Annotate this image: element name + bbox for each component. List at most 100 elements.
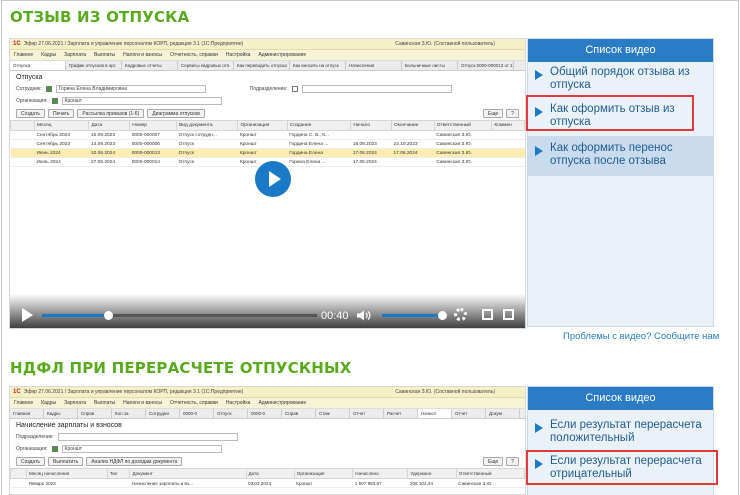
app-tab[interactable]: 0000-0: [248, 409, 282, 418]
playlist-item-active[interactable]: Как оформить перенос отпуска после отзыв…: [528, 136, 713, 176]
app-tab[interactable]: Кадровые отчеты: [122, 61, 178, 70]
menu-item[interactable]: Настройка: [226, 400, 251, 406]
org-field[interactable]: Кроншт: [61, 445, 222, 453]
app-tab[interactable]: 0000-0: [180, 409, 214, 418]
column-header[interactable]: Удержано: [407, 468, 457, 479]
column-header[interactable]: Организация: [237, 120, 288, 131]
seek-handle[interactable]: [104, 311, 113, 320]
app-tab[interactable]: Сотрудни: [146, 409, 180, 418]
table-row[interactable]: Январь 2023 Начисление зарплаты и вз... …: [10, 478, 525, 488]
menu-item[interactable]: Зарплата: [64, 400, 86, 406]
org-checkbox[interactable]: [51, 98, 58, 104]
help-button[interactable]: ?: [506, 457, 519, 466]
app-tab[interactable]: Отпуска: [10, 61, 66, 70]
column-header[interactable]: Коммен: [491, 120, 525, 131]
app-tab[interactable]: Справ: [78, 409, 112, 418]
column-header[interactable]: Номер: [129, 120, 178, 131]
app-tab[interactable]: Отпуск 0000-000013 от 1: [458, 61, 514, 70]
menu-item[interactable]: Отчетность, справки: [170, 400, 218, 406]
column-header[interactable]: Вид документа: [176, 120, 239, 131]
popout-icon[interactable]: [482, 309, 493, 320]
app-tab[interactable]: Кол за: [112, 409, 146, 418]
menu-item[interactable]: Налоги и взносы: [123, 52, 162, 58]
app-titlebar: 1С Эфир 27.06.2021 / Зарплата и управлен…: [10, 39, 525, 50]
menu-item[interactable]: Выплаты: [94, 400, 115, 406]
app-tab[interactable]: Как вносить на отпуск: [290, 61, 346, 70]
app-tab[interactable]: Кадры: [44, 409, 78, 418]
column-header[interactable]: Тип: [106, 468, 131, 479]
play-icon[interactable]: [22, 308, 33, 322]
menu-item[interactable]: Главное: [14, 400, 33, 406]
report-problem-link[interactable]: Проблемы с видео? Сообщите нам: [563, 331, 719, 342]
division-field[interactable]: [301, 85, 452, 93]
app-tab[interactable]: Докум: [486, 409, 520, 418]
table-row-selected[interactable]: Июнь 2024 10.06.2024 0000-000013 Отпуск …: [10, 148, 525, 158]
division-checkbox[interactable]: [291, 86, 298, 92]
app-tab[interactable]: Главная: [10, 409, 44, 418]
app-tab[interactable]: Отпуск: [214, 409, 248, 418]
column-header[interactable]: Месяц начисления: [26, 468, 108, 479]
app-tab[interactable]: Сервисы кадровых отп.: [178, 61, 234, 70]
volume-handle[interactable]: [438, 311, 447, 320]
column-header[interactable]: Создание: [286, 120, 352, 131]
app-tab[interactable]: Отчет: [452, 409, 486, 418]
help-button[interactable]: ?: [506, 109, 519, 118]
playlist-item[interactable]: Общий порядок отзыва из отпуска: [528, 62, 713, 94]
column-header[interactable]: Дата: [88, 120, 131, 131]
vacation-chart-button[interactable]: Диаграмма отпусков: [147, 109, 205, 118]
menu-item[interactable]: Зарплата: [64, 52, 86, 58]
menu-item[interactable]: Администрирование: [258, 400, 306, 406]
video-player-1[interactable]: 1С Эфир 27.06.2021 / Зарплата и управлен…: [9, 38, 526, 329]
menu-item[interactable]: Кадры: [41, 52, 56, 58]
menu-item[interactable]: Кадры: [41, 400, 56, 406]
more-button[interactable]: Еще: [483, 109, 504, 118]
create-button[interactable]: Создать: [16, 457, 46, 466]
app-tab[interactable]: Начисления: [346, 61, 402, 70]
org-field[interactable]: Кроншт: [61, 97, 222, 105]
playlist-item[interactable]: Если результат перерасчета положительный: [528, 410, 713, 450]
play-overlay-icon[interactable]: [255, 161, 291, 197]
send-orders-button[interactable]: Рассылка приказов (1-6): [77, 109, 145, 118]
column-header[interactable]: Месяц: [33, 120, 90, 131]
volume-slider[interactable]: [382, 311, 447, 320]
app-tab[interactable]: Как переводить отпуска: [234, 61, 290, 70]
table-row[interactable]: Сентябрь 2023 14.09.2023 0000-000006 Отп…: [10, 139, 525, 149]
app-tab[interactable]: Больничные листы: [402, 61, 458, 70]
app-tab[interactable]: Справ: [282, 409, 316, 418]
employee-checkbox[interactable]: [45, 86, 52, 92]
app-tab[interactable]: График отпусков в орг.: [66, 61, 122, 70]
column-header[interactable]: Организация: [293, 468, 354, 479]
more-button[interactable]: Еще: [483, 457, 504, 466]
menu-item[interactable]: Настройка: [226, 52, 251, 58]
column-header[interactable]: Ответственный: [433, 120, 493, 131]
pay-button[interactable]: Выплатить: [48, 457, 84, 466]
menu-item[interactable]: Администрирование: [258, 52, 306, 58]
column-header[interactable]: Окончание: [391, 120, 435, 131]
menu-item[interactable]: Отчетность, справки: [170, 52, 218, 58]
ndfl-analysis-button[interactable]: Анализ НДФЛ по доходам документа: [86, 457, 183, 466]
menu-item[interactable]: Выплаты: [94, 52, 115, 58]
column-header[interactable]: Документ: [129, 468, 247, 479]
seek-bar[interactable]: [42, 311, 317, 320]
create-button[interactable]: Создать: [16, 109, 46, 118]
app-tab[interactable]: Расчет: [384, 409, 418, 418]
org-checkbox[interactable]: [51, 446, 58, 452]
menu-item[interactable]: Налоги и взносы: [123, 400, 162, 406]
settings-icon[interactable]: [454, 308, 467, 321]
menu-item[interactable]: Главное: [14, 52, 33, 58]
app-tab[interactable]: Отчет: [350, 409, 384, 418]
app-tab[interactable]: Стаж: [316, 409, 350, 418]
column-header[interactable]: Начислено: [352, 468, 409, 479]
table-row[interactable]: Сентябрь 2023 15.09.2023 0000-000007 Отп…: [10, 130, 525, 140]
column-header[interactable]: Ответственный: [455, 468, 525, 479]
fullscreen-icon[interactable]: [503, 309, 514, 320]
column-header[interactable]: Начало: [350, 120, 393, 131]
employee-field[interactable]: Горина Елена Владимировна: [55, 85, 206, 93]
column-header[interactable]: Дата: [245, 468, 295, 479]
app-tab[interactable]: Начисл: [418, 409, 452, 418]
video-player-2[interactable]: 1С Эфир 27.06.2021 / Зарплата и управлен…: [9, 386, 526, 495]
print-button[interactable]: Печать: [48, 109, 75, 118]
volume-icon[interactable]: [357, 310, 371, 321]
division-field[interactable]: [57, 433, 238, 441]
cell: 17.06.2024: [350, 157, 392, 167]
